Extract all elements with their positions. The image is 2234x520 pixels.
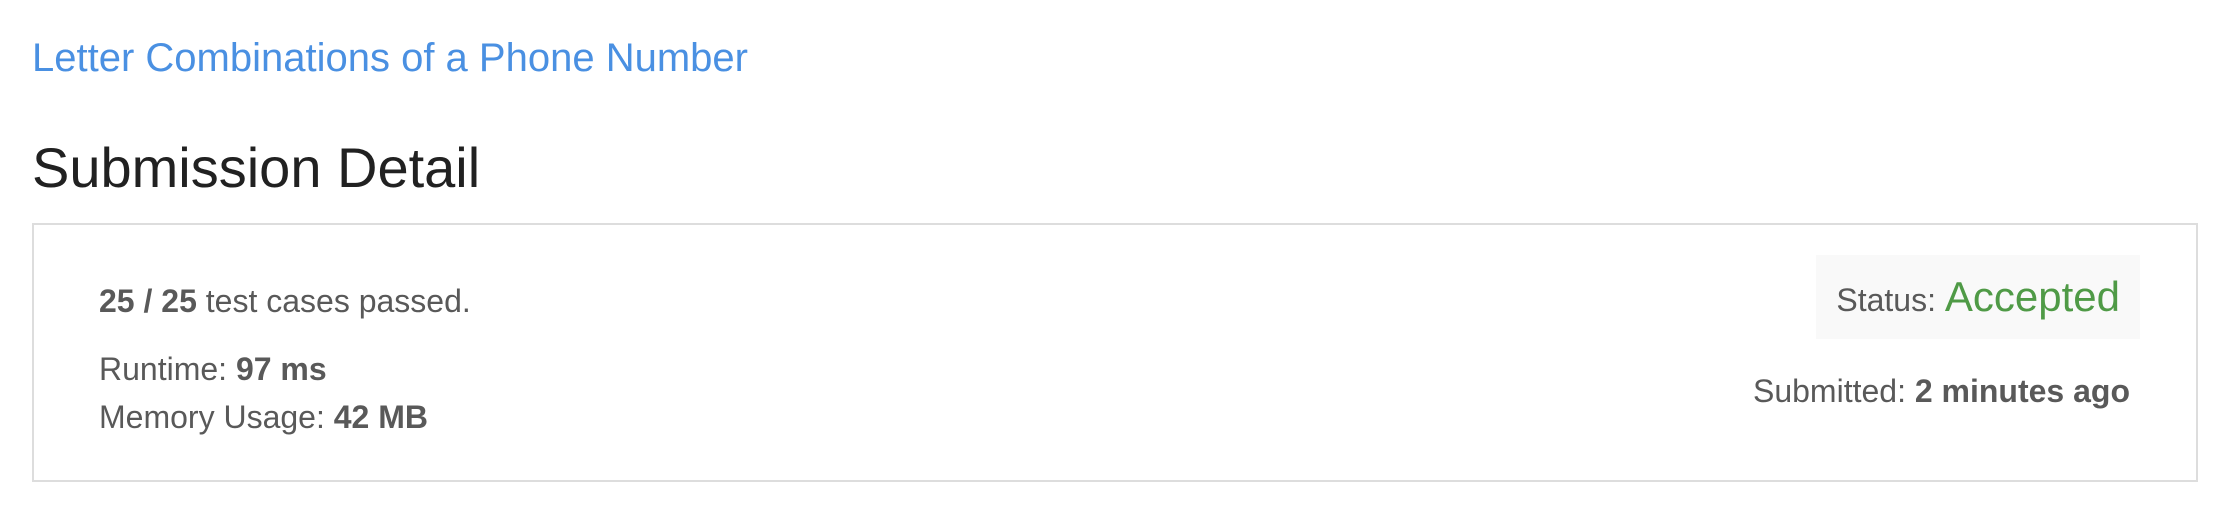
runtime-row: Runtime: 97 ms (99, 347, 327, 391)
submitted-value: 2 minutes ago (1914, 373, 2130, 409)
memory-row: Memory Usage: 42 MB (99, 395, 428, 439)
problem-title-link[interactable]: Letter Combinations of a Phone Number (32, 32, 748, 84)
runtime-label: Runtime: (99, 351, 236, 387)
page-title: Submission Detail (32, 136, 481, 199)
status-box: Status: Accepted (1816, 255, 2140, 339)
memory-value: 42 MB (333, 399, 428, 435)
test-cases-summary: 25 / 25 test cases passed. (99, 279, 471, 323)
memory-label: Memory Usage: (99, 399, 334, 435)
test-cases-count: 25 / 25 (99, 283, 197, 319)
submitted-label: Submitted: (1752, 373, 1915, 409)
runtime-value: 97 ms (235, 351, 327, 387)
submission-detail-panel: 25 / 25 test cases passed. Runtime: 97 m… (32, 223, 2198, 482)
submitted-row: Submitted: 2 minutes ago (1753, 369, 2130, 413)
status-value: Accepted (1944, 273, 2120, 320)
test-cases-suffix: test cases passed. (196, 283, 471, 319)
status-label: Status: (1836, 282, 1945, 318)
